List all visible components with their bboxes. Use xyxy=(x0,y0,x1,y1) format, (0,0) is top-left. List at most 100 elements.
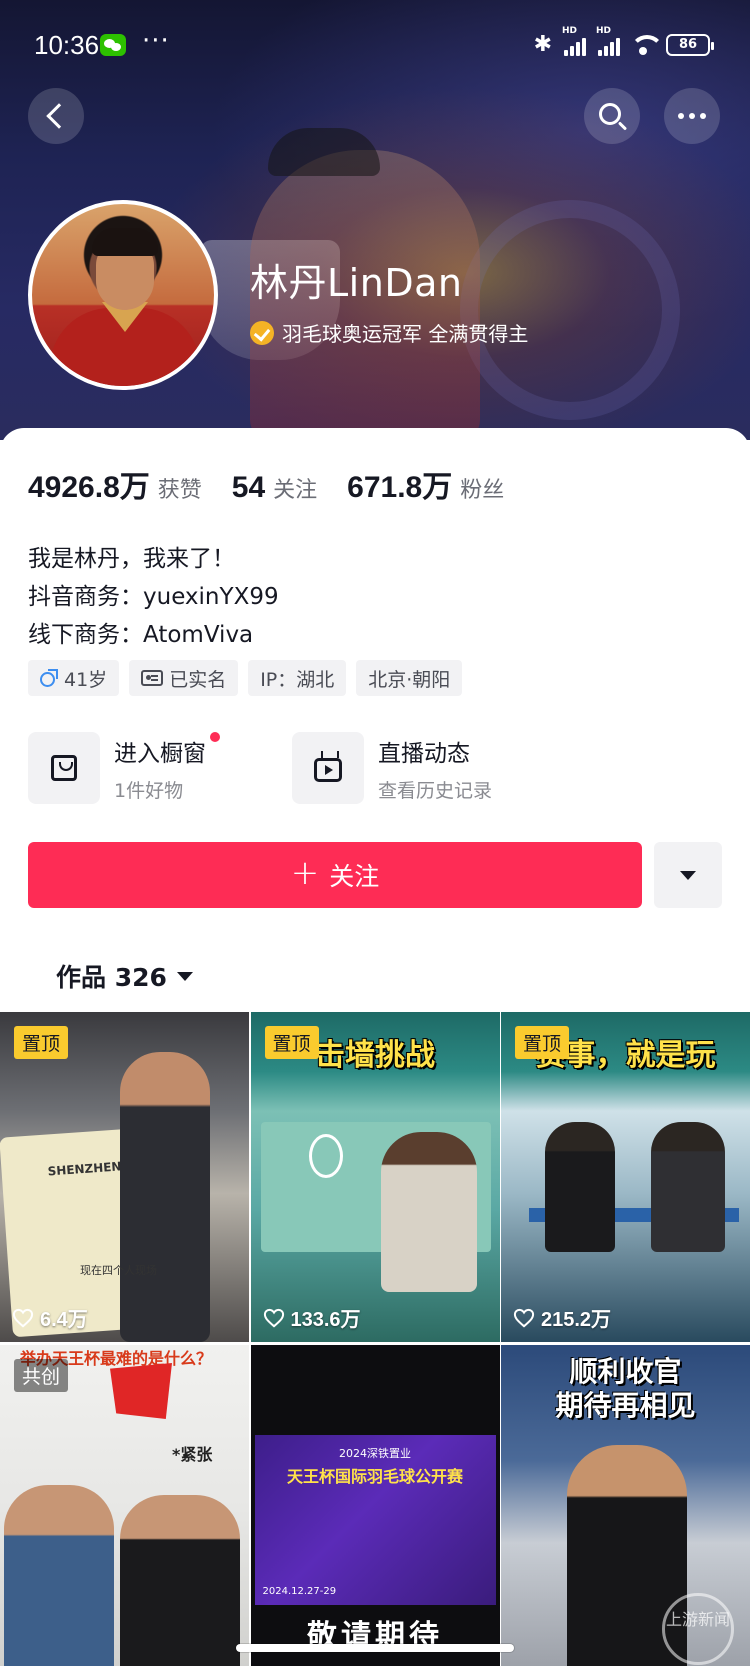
thumbnail-headline: 顺利收官 期待再相见 xyxy=(555,1355,696,1422)
home-indicator[interactable] xyxy=(236,1644,514,1652)
shop-window-title: 进入橱窗 xyxy=(114,731,220,768)
profile-bio: 我是林丹，我来了！ 抖音商务：yuexinYX99 线下商务：AtomViva xyxy=(28,540,279,654)
poster-top: 2024深铁置业 xyxy=(339,1447,411,1460)
thumbnail-person xyxy=(4,1485,114,1666)
more-button[interactable] xyxy=(664,88,720,144)
video-thumbnail[interactable]: 顺利收官 期待再相见 上游新闻 xyxy=(501,1345,750,1666)
cover-photo-cap xyxy=(268,128,380,176)
tag-age: 41岁 xyxy=(28,660,120,696)
watermark-logo: 上游新闻 xyxy=(662,1593,734,1665)
bio-line: 我是林丹，我来了！ xyxy=(28,546,235,572)
cocreate-badge: 共创 xyxy=(14,1359,69,1392)
plus-icon: + xyxy=(290,853,320,893)
profile-stats: 4926.8万 获赞 54 关注 671.8万 粉丝 xyxy=(28,462,534,506)
wifi-icon xyxy=(630,34,664,55)
shirt-text: SHENZHEN xyxy=(47,1159,122,1179)
caret-down-icon xyxy=(176,971,193,981)
heart-icon xyxy=(12,1308,34,1328)
heart-icon xyxy=(263,1308,285,1328)
shop-icon-box xyxy=(28,732,100,804)
heart-icon xyxy=(513,1308,535,1328)
live-history-subtitle: 查看历史记录 xyxy=(378,779,493,802)
tag-ip-text: IP：湖北 xyxy=(260,668,335,691)
poster-date: 2024.12.27-29 xyxy=(262,1586,337,1597)
stat-value: 671.8万 xyxy=(347,471,453,504)
shop-window-entry[interactable]: 进入橱窗 1件好物 xyxy=(28,731,220,804)
status-more-icon: ··· xyxy=(142,26,170,56)
video-likes: 6.4万 xyxy=(12,1303,88,1332)
video-grid: SHENZHEN 现在四个人现场 置顶 6.4万 击墙挑战 置顶 133.6万 … xyxy=(0,1012,750,1666)
pinned-badge: 置顶 xyxy=(515,1026,570,1059)
poster-title: 天王杯国际羽毛球公开赛 xyxy=(286,1467,463,1486)
video-likes: 133.6万 xyxy=(263,1303,361,1332)
back-button[interactable] xyxy=(28,88,84,144)
search-button[interactable] xyxy=(584,88,640,144)
video-thumbnail[interactable]: SHENZHEN 现在四个人现场 置顶 6.4万 xyxy=(0,1012,249,1342)
battery-icon: 86 xyxy=(666,33,714,56)
shop-window-label: 进入橱窗 xyxy=(114,740,206,767)
live-icon-box xyxy=(292,732,364,804)
pinned-badge: 置顶 xyxy=(264,1026,319,1059)
follow-button[interactable]: + 关注 xyxy=(28,842,642,908)
tag-ip: IP：湖北 xyxy=(248,660,347,696)
wechat-notification-icon xyxy=(100,34,126,56)
bio-line: 线下商务：AtomViva xyxy=(28,622,254,648)
live-history-title: 直播动态 xyxy=(378,740,470,767)
tag-location[interactable]: 北京·朝阳 xyxy=(356,660,463,696)
search-icon xyxy=(599,103,621,125)
profile-name: 林丹LinDan xyxy=(250,261,463,305)
avatar[interactable] xyxy=(28,200,218,390)
thumbnail-poster: 2024深铁置业 天王杯国际羽毛球公开赛 2024.12.27-29 xyxy=(254,1435,496,1605)
thumbnail-person xyxy=(380,1132,477,1292)
video-thumbnail[interactable]: 举办天王杯最难的是什么？ *紧张 共创 xyxy=(0,1345,249,1666)
video-thumbnail[interactable]: 击墙挑战 置顶 133.6万 xyxy=(250,1012,500,1342)
male-icon xyxy=(40,669,58,687)
tag-location-text: 北京·朝阳 xyxy=(368,668,451,691)
status-time: 10:36 xyxy=(34,30,100,60)
profile-entries: 进入橱窗 1件好物 直播动态 查看历史记录 xyxy=(28,731,728,808)
shop-window-subtitle: 1件好物 xyxy=(114,779,184,802)
live-history-entry[interactable]: 直播动态 查看历史记录 xyxy=(292,732,492,804)
bluetooth-icon: ✱ xyxy=(533,32,552,57)
verification-text: 羽毛球奥运冠军 全满贯得主 xyxy=(282,322,529,346)
shopping-bag-icon xyxy=(51,755,77,781)
follow-label: 关注 xyxy=(329,862,380,891)
tag-realname[interactable]: 已实名 xyxy=(129,660,239,696)
signal-icon: HD xyxy=(562,26,586,56)
works-tab[interactable]: 作品 326 xyxy=(56,958,193,994)
stat-label: 粉丝 xyxy=(460,478,505,503)
tv-icon xyxy=(314,758,342,782)
works-tab-label: 作品 326 xyxy=(56,963,167,992)
more-dot-icon xyxy=(678,113,684,119)
stat-following[interactable]: 54 关注 xyxy=(232,471,317,505)
likes-count: 6.4万 xyxy=(40,1309,88,1331)
stat-likes[interactable]: 4926.8万 获赞 xyxy=(28,462,202,506)
stat-value: 4926.8万 xyxy=(28,471,150,504)
stat-label: 获赞 xyxy=(157,478,202,503)
tag-age-text: 41岁 xyxy=(64,668,108,691)
stat-label: 关注 xyxy=(273,478,318,503)
tag-realname-text: 已实名 xyxy=(169,668,227,691)
thumbnail-person xyxy=(651,1122,725,1252)
thumbnail-person xyxy=(545,1122,615,1252)
verification-badge[interactable]: 羽毛球奥运冠军 全满贯得主 xyxy=(250,318,528,347)
notification-dot xyxy=(210,731,220,742)
thumbnail-caption: 现在四个人现场 xyxy=(80,1264,157,1277)
caret-down-icon xyxy=(680,870,696,880)
stat-followers[interactable]: 671.8万 粉丝 xyxy=(347,462,504,506)
thumbnail-person xyxy=(120,1495,240,1666)
recommend-dropdown-button[interactable] xyxy=(654,842,722,908)
thumbnail-sign xyxy=(110,1363,172,1419)
video-thumbnail[interactable]: 2024深铁置业 天王杯国际羽毛球公开赛 2024.12.27-29 敬请期待 xyxy=(250,1345,500,1666)
status-bar: 10:36 ··· ✱ HD HD 86 xyxy=(0,0,750,96)
racket-icon xyxy=(308,1134,343,1178)
video-thumbnail[interactable]: 赛事，就是玩 置顶 215.2万 xyxy=(501,1012,750,1342)
thumbnail-side-text: *紧张 xyxy=(172,1445,213,1464)
more-dot-icon xyxy=(700,113,706,119)
bio-line: 抖音商务：yuexinYX99 xyxy=(28,584,279,610)
pinned-badge: 置顶 xyxy=(14,1026,69,1059)
likes-count: 215.2万 xyxy=(541,1309,612,1331)
cover-decoration xyxy=(460,200,680,420)
signal-icon: HD xyxy=(596,26,620,56)
id-card-icon xyxy=(141,670,164,686)
